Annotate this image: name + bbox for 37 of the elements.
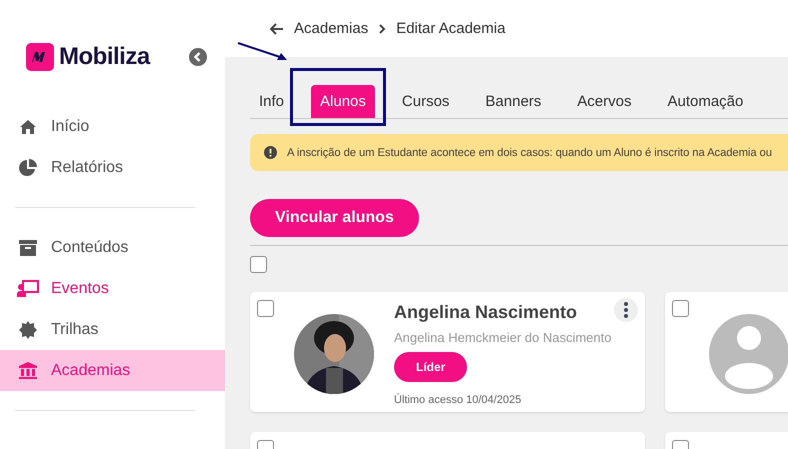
tab[interactable]: Automação (658, 85, 752, 118)
collapse-icon[interactable] (189, 48, 207, 66)
archive-icon (19, 240, 37, 256)
pie-chart-icon (19, 158, 37, 176)
annotation-arrow (237, 42, 289, 62)
sidebar-item[interactable]: Relatórios (0, 147, 225, 188)
tab[interactable]: Cursos (392, 85, 458, 118)
checkbox[interactable] (672, 300, 689, 317)
tab[interactable]: Acervos (568, 85, 640, 118)
back-arrow-icon[interactable] (270, 22, 284, 34)
kebab-icon (624, 302, 628, 318)
logo-icon (26, 43, 54, 71)
chevron-icon (378, 24, 386, 34)
full-name: Angelina Hemckmeier do Nascimento (394, 330, 612, 345)
home-icon (19, 118, 37, 134)
sidebar-item[interactable]: Início (0, 106, 225, 147)
alert-icon (264, 146, 277, 159)
breadcrumb-item[interactable]: Academias (294, 20, 368, 37)
tab[interactable]: Banners (476, 85, 550, 118)
link-students-button[interactable]: Vincular alunos (250, 199, 419, 237)
tab[interactable]: Info (250, 85, 294, 118)
badge-icon (19, 320, 37, 338)
student-name: Angelina Nascimento (394, 302, 578, 323)
sidebar-item[interactable]: Trilhas (0, 309, 225, 350)
breadcrumb-item: Editar Academia (396, 20, 506, 37)
institution-icon (19, 362, 37, 379)
alert-message: A inscrição de um Estudante acontece em dois casos: quando um Aluno é inscrito na Academia ou (287, 146, 772, 158)
checkbox[interactable] (257, 300, 274, 317)
brand-name: Mobiliza (59, 43, 150, 71)
sidebar-item[interactable]: Conteúdos (0, 227, 225, 268)
select-all-checkbox[interactable] (250, 256, 267, 273)
tab[interactable]: Alunos (311, 85, 375, 118)
role-tag[interactable]: Líder (394, 352, 468, 382)
more-options-button[interactable] (614, 298, 638, 322)
last-access: Último acesso 10/04/2025 (394, 394, 522, 406)
presentation-icon (17, 280, 39, 297)
sidebar-item[interactable]: Eventos (0, 268, 225, 309)
